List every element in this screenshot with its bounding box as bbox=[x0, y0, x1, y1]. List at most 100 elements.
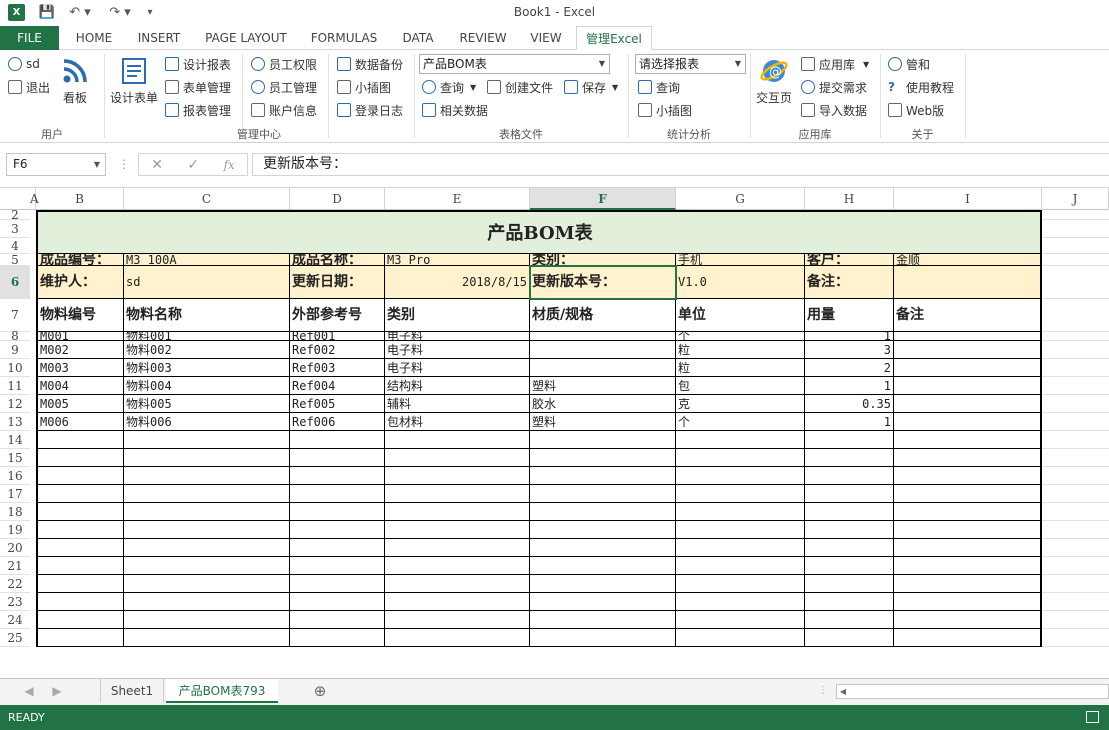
row-header[interactable]: 9 bbox=[0, 341, 30, 359]
small-chart-button[interactable]: 小插图 bbox=[337, 77, 391, 97]
empty-cell[interactable] bbox=[805, 503, 894, 521]
name-box[interactable]: F6 ▼ bbox=[6, 153, 106, 176]
table-cell[interactable]: M005 bbox=[36, 395, 124, 413]
empty-cell[interactable] bbox=[894, 557, 1042, 575]
empty-cell[interactable] bbox=[805, 539, 894, 557]
empty-cell[interactable] bbox=[1042, 485, 1109, 503]
table-cell[interactable] bbox=[894, 413, 1042, 431]
info-label[interactable]: 更新日期： bbox=[290, 266, 385, 299]
column-header[interactable]: E bbox=[385, 188, 530, 210]
table-select[interactable]: 产品BOM表 ▼ bbox=[419, 54, 610, 74]
table-query-button[interactable]: 查询 ▼ bbox=[422, 77, 476, 97]
empty-cell[interactable] bbox=[530, 629, 676, 647]
info-value[interactable] bbox=[894, 266, 1042, 299]
empty-cell[interactable] bbox=[894, 503, 1042, 521]
empty-cell[interactable] bbox=[385, 539, 530, 557]
empty-cell[interactable] bbox=[1042, 395, 1109, 413]
empty-cell[interactable] bbox=[124, 449, 290, 467]
table-cell[interactable]: 电子料 bbox=[385, 341, 530, 359]
table-cell[interactable]: 1 bbox=[805, 413, 894, 431]
insert-function-icon[interactable]: fx bbox=[224, 158, 235, 172]
empty-cell[interactable] bbox=[530, 485, 676, 503]
empty-cell[interactable] bbox=[676, 521, 805, 539]
empty-cell[interactable] bbox=[530, 503, 676, 521]
empty-cell[interactable] bbox=[1042, 254, 1109, 266]
table-cell[interactable]: 物料003 bbox=[124, 359, 290, 377]
row-header[interactable]: 12 bbox=[0, 395, 30, 413]
empty-cell[interactable] bbox=[385, 575, 530, 593]
related-data-button[interactable]: 相关数据 bbox=[422, 100, 488, 120]
table-cell[interactable] bbox=[894, 332, 1042, 341]
empty-cell[interactable] bbox=[385, 629, 530, 647]
empty-cell[interactable] bbox=[805, 485, 894, 503]
empty-cell[interactable] bbox=[530, 431, 676, 449]
column-title[interactable]: 材质/规格 bbox=[530, 299, 676, 332]
tab-bom-sheet[interactable]: 产品BOM表793 bbox=[166, 679, 278, 703]
row-header[interactable]: 10 bbox=[0, 359, 30, 377]
empty-cell[interactable] bbox=[1042, 467, 1109, 485]
empty-cell[interactable] bbox=[1042, 299, 1109, 332]
row-header[interactable]: 23 bbox=[0, 593, 30, 611]
row-header[interactable]: 14 bbox=[0, 431, 30, 449]
empty-cell[interactable] bbox=[124, 575, 290, 593]
empty-cell[interactable] bbox=[36, 521, 124, 539]
info-value[interactable]: M3 Pro bbox=[385, 254, 530, 266]
empty-cell[interactable] bbox=[290, 431, 385, 449]
table-cell[interactable]: 胶水 bbox=[530, 395, 676, 413]
tab-review[interactable]: REVIEW bbox=[452, 26, 514, 50]
empty-cell[interactable] bbox=[894, 449, 1042, 467]
empty-cell[interactable] bbox=[124, 503, 290, 521]
empty-cell[interactable] bbox=[290, 593, 385, 611]
empty-cell[interactable] bbox=[290, 521, 385, 539]
table-cell[interactable]: 0.35 bbox=[805, 395, 894, 413]
empty-cell[interactable] bbox=[676, 431, 805, 449]
empty-cell[interactable] bbox=[124, 485, 290, 503]
row-header[interactable]: 7 bbox=[0, 299, 30, 332]
table-cell[interactable]: 辅料 bbox=[385, 395, 530, 413]
empty-cell[interactable] bbox=[36, 449, 124, 467]
empty-cell[interactable] bbox=[385, 557, 530, 575]
empty-cell[interactable] bbox=[676, 611, 805, 629]
tab-insert[interactable]: INSERT bbox=[130, 26, 188, 50]
row-header[interactable]: 18 bbox=[0, 503, 30, 521]
column-title[interactable]: 物料名称 bbox=[124, 299, 290, 332]
interact-page-button[interactable]: @ 交互页 bbox=[756, 56, 792, 106]
column-header[interactable]: B bbox=[36, 188, 124, 210]
empty-cell[interactable] bbox=[1042, 413, 1109, 431]
worksheet-grid[interactable]: ABCDEFGHIJ 2 3 4 5 6 7 8 9 10 11 12 13 14 15 16 17 18 19 2… bbox=[0, 188, 1109, 678]
empty-cell[interactable] bbox=[290, 467, 385, 485]
empty-cell[interactable] bbox=[290, 503, 385, 521]
empty-cell[interactable] bbox=[530, 593, 676, 611]
report-select[interactable]: 请选择报表 ▼ bbox=[635, 54, 746, 74]
empty-cell[interactable] bbox=[805, 521, 894, 539]
empty-cell[interactable] bbox=[124, 431, 290, 449]
table-cell[interactable]: 1 bbox=[805, 332, 894, 341]
import-data-button[interactable]: 导入数据 bbox=[801, 100, 867, 120]
empty-cell[interactable] bbox=[530, 539, 676, 557]
info-label[interactable]: 客户： bbox=[805, 254, 894, 266]
board-button[interactable]: 看板 bbox=[60, 56, 90, 106]
empty-cell[interactable] bbox=[124, 539, 290, 557]
tutorial-button[interactable]: ? 使用教程 bbox=[888, 77, 954, 97]
tab-view[interactable]: VIEW bbox=[524, 26, 568, 50]
info-value[interactable]: V1.0 bbox=[676, 266, 805, 299]
save-file-button[interactable]: 保存 ▼ bbox=[564, 77, 618, 97]
info-label[interactable]: 备注： bbox=[805, 266, 894, 299]
column-header[interactable]: I bbox=[894, 188, 1042, 210]
empty-cell[interactable] bbox=[1042, 539, 1109, 557]
empty-cell[interactable] bbox=[530, 611, 676, 629]
table-cell[interactable]: 塑料 bbox=[530, 377, 676, 395]
empty-cell[interactable] bbox=[805, 557, 894, 575]
empty-cell[interactable] bbox=[1042, 575, 1109, 593]
row-header[interactable]: 22 bbox=[0, 575, 30, 593]
info-label[interactable]: 成品编号： bbox=[36, 254, 124, 266]
column-title[interactable]: 备注 bbox=[894, 299, 1042, 332]
empty-cell[interactable] bbox=[385, 467, 530, 485]
empty-cell[interactable] bbox=[1042, 377, 1109, 395]
app-store-button[interactable]: 应用库 ▼ bbox=[801, 54, 869, 74]
empty-cell[interactable] bbox=[124, 629, 290, 647]
empty-cell[interactable] bbox=[676, 593, 805, 611]
info-value[interactable]: 金顺 bbox=[894, 254, 1042, 266]
table-cell[interactable]: 3 bbox=[805, 341, 894, 359]
row-header[interactable]: 24 bbox=[0, 611, 30, 629]
